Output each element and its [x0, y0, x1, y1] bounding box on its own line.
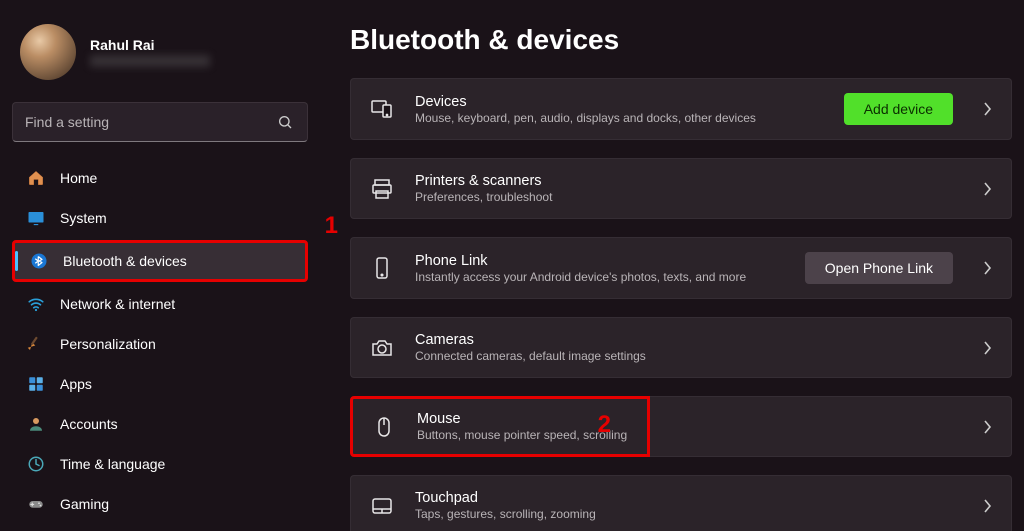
mouse-icon — [371, 414, 397, 440]
card-title: Touchpad — [415, 490, 953, 506]
annotation-label-1: 1 — [325, 212, 338, 240]
sidebar-item-label: Apps — [60, 376, 92, 392]
user-info: Rahul Rai — [90, 37, 210, 67]
home-icon — [26, 168, 46, 188]
settings-card-list: Devices Mouse, keyboard, pen, audio, dis… — [350, 78, 1012, 531]
user-header[interactable]: Rahul Rai — [12, 18, 308, 98]
user-email-blurred — [90, 55, 210, 67]
wifi-icon — [26, 294, 46, 314]
devices-icon — [369, 96, 395, 122]
annotation-label-2: 2 — [598, 411, 611, 439]
card-subtitle: Connected cameras, default image setting… — [415, 349, 953, 363]
card-devices[interactable]: Devices Mouse, keyboard, pen, audio, dis… — [350, 78, 1012, 140]
card-phone-link[interactable]: Phone Link Instantly access your Android… — [350, 237, 1012, 299]
sidebar-item-label: Accounts — [60, 416, 118, 432]
card-title: Printers & scanners — [415, 173, 953, 189]
card-subtitle: Instantly access your Android device's p… — [415, 270, 785, 284]
sidebar-item-home[interactable]: Home — [12, 160, 308, 196]
gaming-icon — [26, 494, 46, 514]
system-icon — [26, 208, 46, 228]
sidebar-item-network[interactable]: Network & internet — [12, 286, 308, 322]
sidebar-item-label: Time & language — [60, 456, 165, 472]
sidebar-item-label: Personalization — [60, 336, 156, 352]
sidebar-item-label: Network & internet — [60, 296, 175, 312]
card-title: Cameras — [415, 332, 953, 348]
sidebar-item-label: Bluetooth & devices — [63, 253, 187, 269]
sidebar-item-label: System — [60, 210, 107, 226]
sidebar-item-apps[interactable]: Apps — [12, 366, 308, 402]
sidebar: Rahul Rai Home System Bluetooth & device… — [0, 0, 320, 531]
page-title: Bluetooth & devices — [350, 24, 1012, 56]
camera-icon — [369, 335, 395, 361]
card-subtitle: Preferences, troubleshoot — [415, 190, 953, 204]
card-title: Phone Link — [415, 253, 785, 269]
search-input[interactable] — [12, 102, 308, 142]
main-content: Bluetooth & devices Devices Mouse, keybo… — [320, 0, 1024, 531]
chevron-right-icon — [983, 261, 993, 275]
sidebar-item-label: Gaming — [60, 496, 109, 512]
accounts-icon — [26, 414, 46, 434]
time-language-icon — [26, 454, 46, 474]
annotation-box-1: Bluetooth & devices 1 — [12, 240, 308, 282]
printer-icon — [369, 176, 395, 202]
personalization-icon — [26, 334, 46, 354]
chevron-right-icon — [983, 420, 993, 434]
card-mouse[interactable] — [650, 396, 1012, 457]
bluetooth-icon — [29, 251, 49, 271]
add-device-button[interactable]: Add device — [844, 93, 953, 125]
chevron-right-icon — [983, 102, 993, 116]
sidebar-item-time-language[interactable]: Time & language — [12, 446, 308, 482]
card-title: Devices — [415, 94, 824, 110]
sidebar-item-accounts[interactable]: Accounts — [12, 406, 308, 442]
phone-icon — [369, 255, 395, 281]
card-subtitle: Mouse, keyboard, pen, audio, displays an… — [415, 111, 824, 125]
avatar — [20, 24, 76, 80]
chevron-right-icon — [983, 499, 993, 513]
annotation-box-2: Mouse Buttons, mouse pointer speed, scro… — [350, 396, 650, 457]
sidebar-item-system[interactable]: System — [12, 200, 308, 236]
sidebar-item-personalization[interactable]: Personalization — [12, 326, 308, 362]
sidebar-item-gaming[interactable]: Gaming — [12, 486, 308, 522]
open-phone-link-button[interactable]: Open Phone Link — [805, 252, 953, 284]
card-subtitle: Taps, gestures, scrolling, zooming — [415, 507, 953, 521]
card-touchpad[interactable]: Touchpad Taps, gestures, scrolling, zoom… — [350, 475, 1012, 531]
touchpad-icon — [369, 493, 395, 519]
user-name: Rahul Rai — [90, 37, 210, 53]
sidebar-item-bluetooth-devices[interactable]: Bluetooth & devices — [12, 240, 308, 282]
chevron-right-icon — [983, 182, 993, 196]
apps-icon — [26, 374, 46, 394]
search-field[interactable] — [25, 114, 275, 130]
sidebar-item-label: Home — [60, 170, 97, 186]
chevron-right-icon — [983, 341, 993, 355]
card-cameras[interactable]: Cameras Connected cameras, default image… — [350, 317, 1012, 378]
card-printers-scanners[interactable]: Printers & scanners Preferences, trouble… — [350, 158, 1012, 219]
search-icon — [275, 112, 295, 132]
